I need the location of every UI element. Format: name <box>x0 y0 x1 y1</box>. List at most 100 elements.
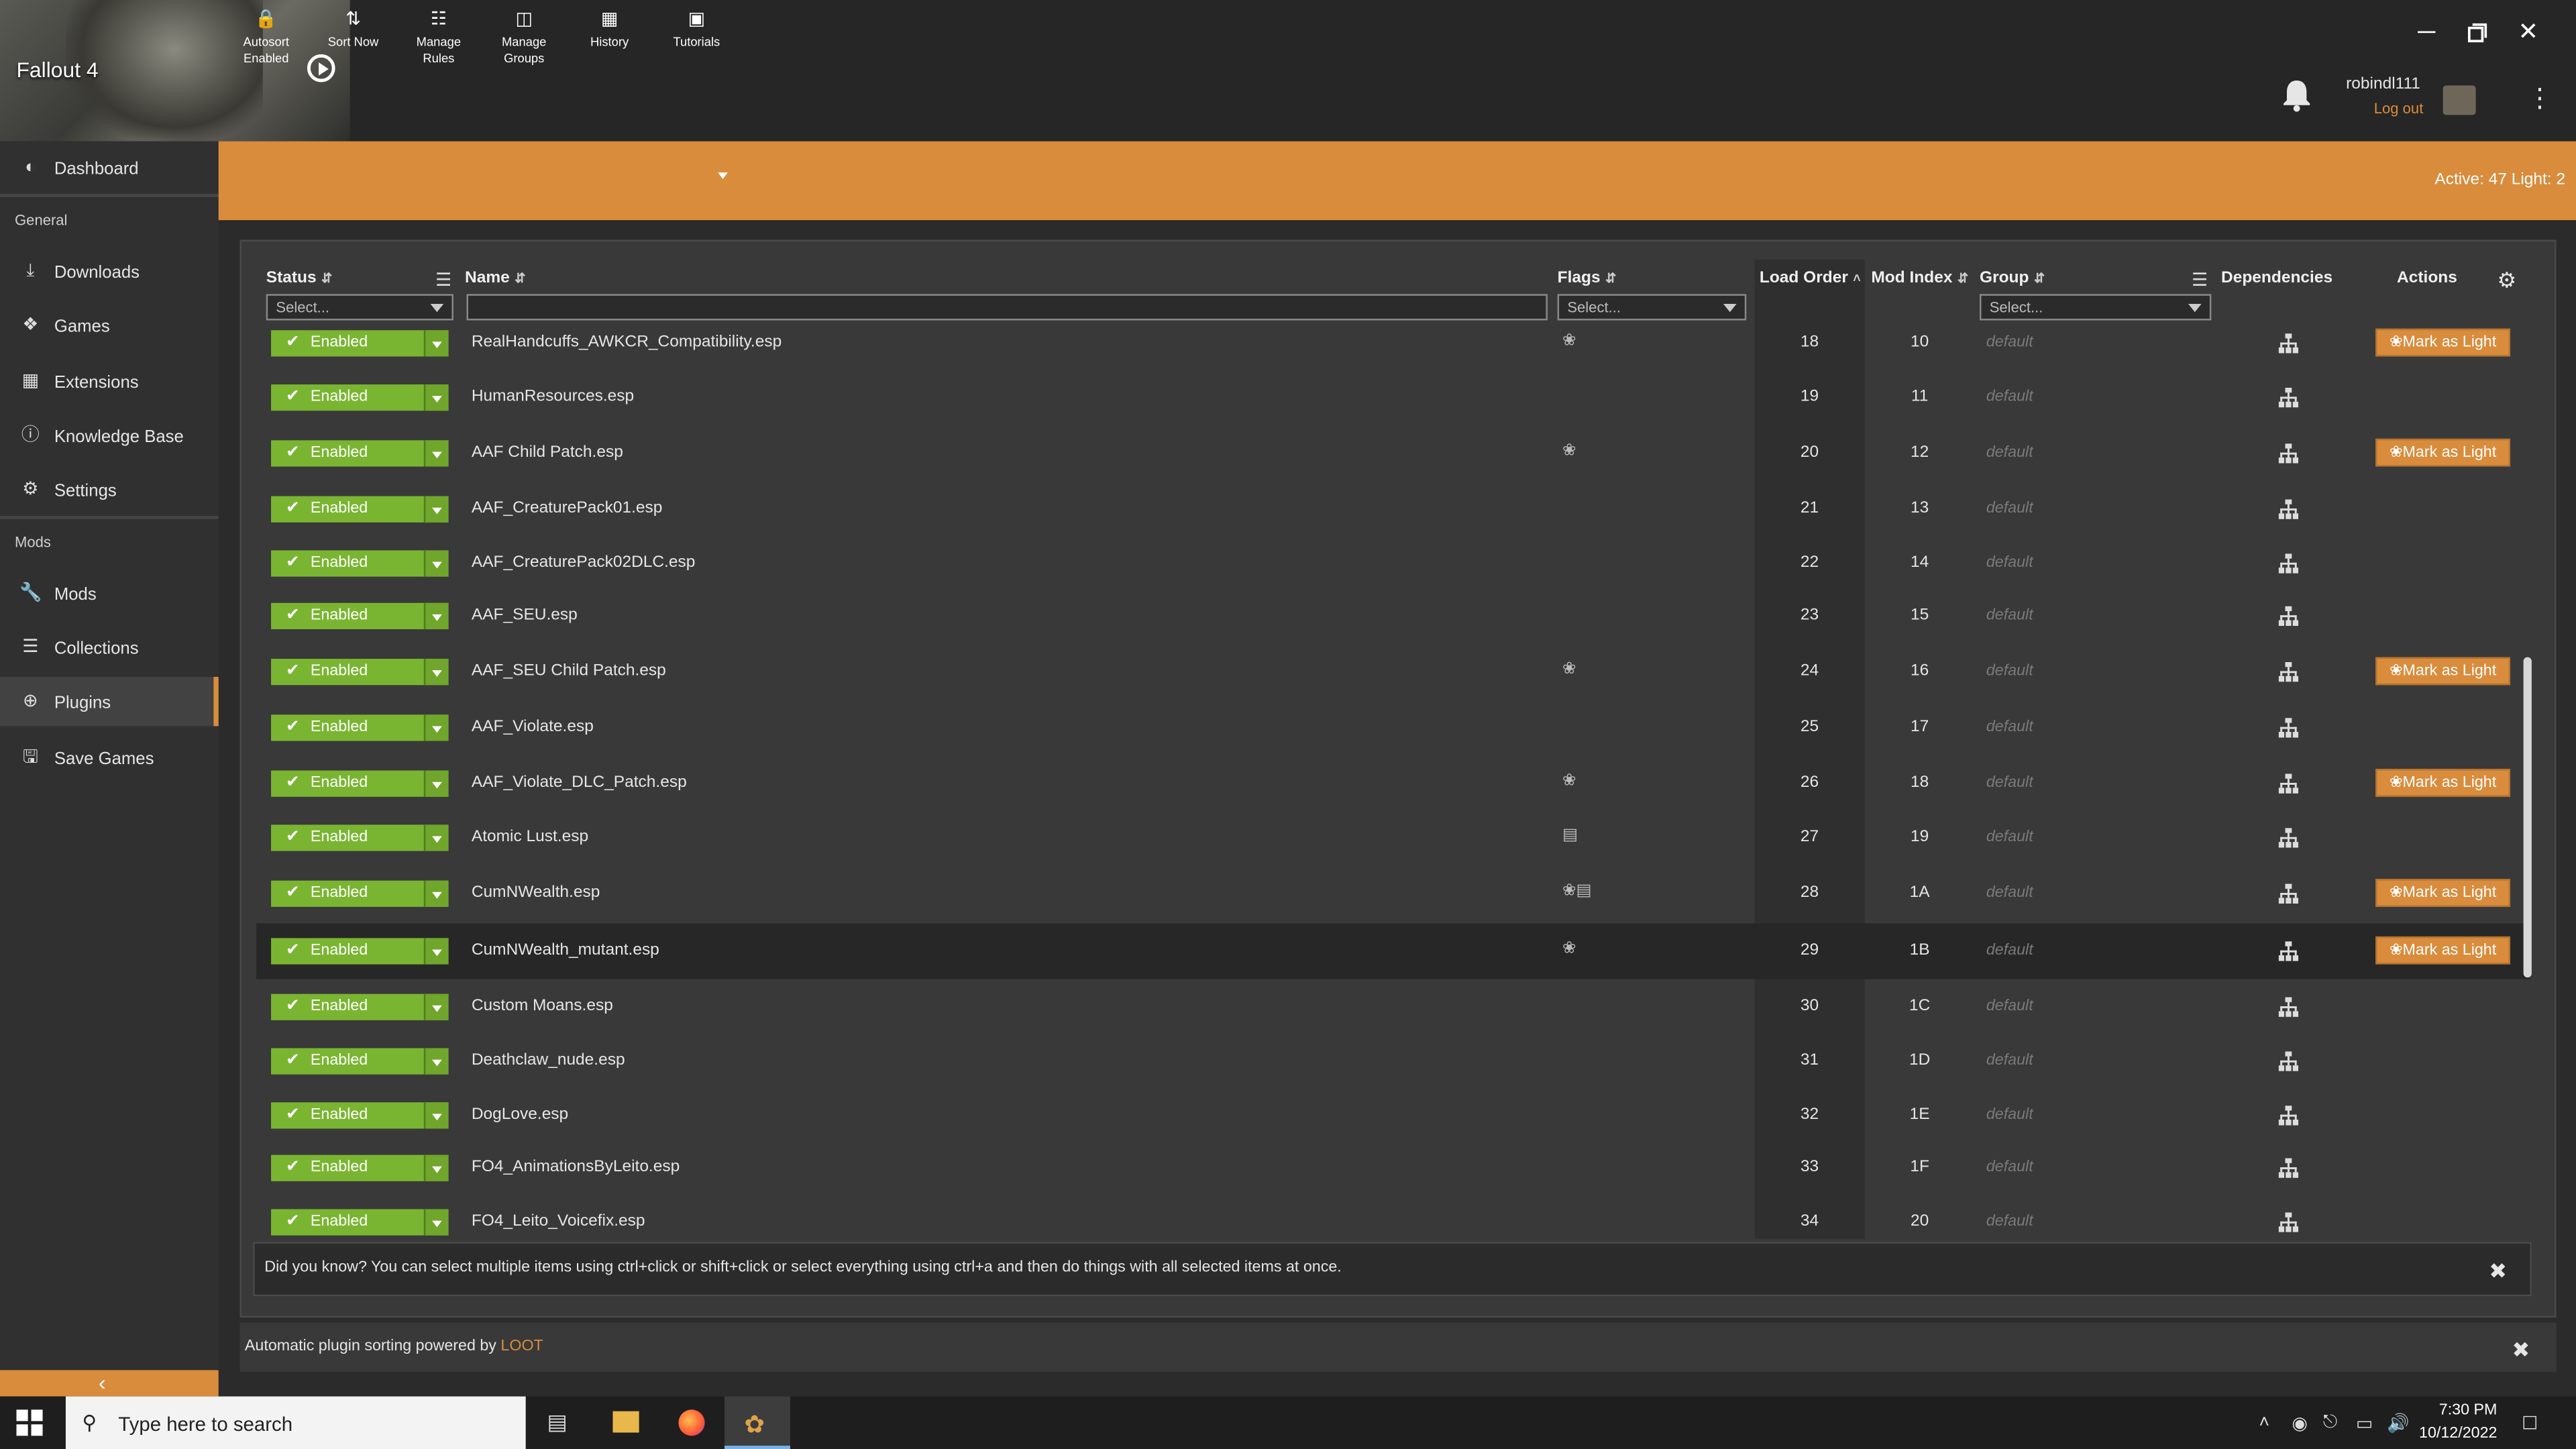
dependencies-icon[interactable] <box>2278 996 2299 1017</box>
status-toggle[interactable]: ✔ Enabled <box>271 440 449 467</box>
status-dropdown-icon[interactable] <box>423 1048 449 1075</box>
table-row[interactable]: ✔ Enabled HumanResources.esp 19 11 default <box>260 370 2524 424</box>
dependencies-icon[interactable] <box>2278 882 2299 904</box>
taskbar-clock[interactable]: 7:30 PM 10/12/2022 <box>2402 1400 2497 1446</box>
dependencies-icon[interactable] <box>2278 772 2299 794</box>
column-header-group[interactable]: Group ⇵ <box>1980 270 2045 288</box>
sidebar-item-downloads[interactable]: ⤓ Downloads <box>0 246 219 295</box>
status-toggle[interactable]: ✔ Enabled <box>271 994 449 1020</box>
dependencies-icon[interactable] <box>2278 442 2299 464</box>
column-toggle-icon[interactable]: ☰ <box>2192 270 2208 290</box>
status-dropdown-icon[interactable] <box>423 1155 449 1181</box>
close-icon[interactable]: ✖ <box>2489 1258 2507 1285</box>
avatar[interactable] <box>2443 85 2476 115</box>
status-dropdown-icon[interactable] <box>423 440 449 467</box>
sidebar-collapse-button[interactable]: ‹ <box>0 1370 219 1397</box>
mark-as-light-button[interactable]: ❀Mark as Light <box>2375 438 2511 467</box>
sort-now-button[interactable]: ⇅ Sort Now <box>322 10 384 72</box>
autosort-button[interactable]: 🔒 Autosort Enabled <box>233 10 299 72</box>
mark-as-light-button[interactable]: ❀Mark as Light <box>2375 657 2511 686</box>
mark-as-light-button[interactable]: ❀Mark as Light <box>2375 936 2511 965</box>
status-toggle[interactable]: ✔ Enabled <box>271 938 449 965</box>
manage-rules-button[interactable]: ☷ Manage Rules <box>407 10 470 72</box>
status-dropdown-icon[interactable] <box>423 938 449 965</box>
loot-link[interactable]: LOOT <box>500 1337 543 1355</box>
dependencies-icon[interactable] <box>2278 1211 2299 1232</box>
status-dropdown-icon[interactable] <box>423 384 449 411</box>
sidebar-item-settings[interactable]: ⚙ Settings <box>0 465 219 514</box>
column-toggle-icon[interactable]: ☰ <box>435 270 451 290</box>
mark-as-light-button[interactable]: ❀Mark as Light <box>2375 328 2511 357</box>
sidebar-item-games[interactable]: ❖ Games <box>0 301 219 350</box>
table-row[interactable]: ✔ Enabled Deathclaw_nude.esp 31 1D default <box>260 1033 2524 1087</box>
dependencies-icon[interactable] <box>2278 716 2299 738</box>
column-header-flags[interactable]: Flags ⇵ <box>1558 270 1617 288</box>
status-dropdown-icon[interactable] <box>423 714 449 741</box>
status-dropdown-icon[interactable] <box>423 496 449 523</box>
tray-network-icon[interactable]: ⎋ <box>2323 1413 2337 1434</box>
status-toggle[interactable]: ✔ Enabled <box>271 880 449 907</box>
status-dropdown-icon[interactable] <box>423 824 449 851</box>
windows-start-icon[interactable] <box>16 1409 43 1436</box>
table-row[interactable]: ✔ Enabled Atomic Lust.esp ▤ 27 19 default <box>260 810 2524 864</box>
sidebar-item-dashboard[interactable]: ◐ Dashboard <box>0 143 219 192</box>
table-row[interactable]: ✔ Enabled AAF Child Patch.esp ❀ 20 12 default ❀… <box>260 425 2524 480</box>
column-header-load-order[interactable]: Load Order ˄ <box>1760 270 1861 288</box>
table-row[interactable]: ✔ Enabled CumNWealth_mutant.esp ❀ 29 1B defaul… <box>256 923 2530 979</box>
table-row[interactable]: ✔ Enabled DogLove.esp 32 1E default <box>260 1087 2524 1142</box>
close-icon[interactable]: ✖ <box>2512 1337 2530 1363</box>
status-toggle[interactable]: ✔ Enabled <box>271 550 449 577</box>
dependencies-icon[interactable] <box>2278 498 2299 519</box>
history-button[interactable]: ▦ History <box>578 10 641 72</box>
dependencies-icon[interactable] <box>2278 1050 2299 1071</box>
mark-as-light-button[interactable]: ❀Mark as Light <box>2375 769 2511 797</box>
column-header-status[interactable]: Status ⇵ <box>266 270 333 288</box>
status-dropdown-icon[interactable] <box>423 602 449 629</box>
sidebar-item-collections[interactable]: ☰ Collections <box>0 623 219 672</box>
status-dropdown-icon[interactable] <box>423 330 449 357</box>
status-dropdown-icon[interactable] <box>423 994 449 1020</box>
task-view-icon[interactable]: ▤ <box>526 1397 592 1449</box>
chevron-up-icon[interactable]: ˄ <box>2259 1413 2269 1432</box>
status-dropdown-icon[interactable] <box>423 659 449 686</box>
sidebar-item-mods[interactable]: 🔧 Mods <box>0 568 219 617</box>
mark-as-light-button[interactable]: ❀Mark as Light <box>2375 879 2511 907</box>
status-toggle[interactable]: ✔ Enabled <box>271 330 449 357</box>
status-toggle[interactable]: ✔ Enabled <box>271 659 449 686</box>
status-toggle[interactable]: ✔ Enabled <box>271 384 449 411</box>
status-toggle[interactable]: ✔ Enabled <box>271 1102 449 1129</box>
table-row[interactable]: ✔ Enabled AAF_Violate_DLC_Patch.esp ❀ 26 18 de… <box>260 756 2524 810</box>
status-dropdown-icon[interactable] <box>423 1209 449 1236</box>
table-row[interactable]: ✔ Enabled CumNWealth.esp ❀▤ 28 1A default ❀Mark… <box>260 866 2524 920</box>
status-toggle[interactable]: ✔ Enabled <box>271 602 449 629</box>
table-row[interactable]: ✔ Enabled FO4_AnimationsByLeito.esp 33 1F def… <box>260 1140 2524 1195</box>
file-explorer-icon[interactable] <box>593 1397 659 1449</box>
table-row[interactable]: ✔ Enabled Custom Moans.esp 30 1C default <box>260 979 2524 1034</box>
sidebar-item-extensions[interactable]: ▦ Extensions <box>0 356 219 405</box>
status-toggle[interactable]: ✔ Enabled <box>271 770 449 797</box>
table-row[interactable]: ✔ Enabled FO4_Leito_Voicefix.esp 34 20 defaul… <box>260 1194 2524 1248</box>
sidebar-item-save-games[interactable]: 🖫 Save Games <box>0 733 219 782</box>
table-row[interactable]: ✔ Enabled AAF_SEU.esp 23 15 default <box>260 588 2524 643</box>
notifications-icon[interactable]: ☐ <box>2522 1413 2538 1434</box>
table-row[interactable]: ✔ Enabled RealHandcuffs_AWKCR_Compatibilit… <box>260 315 2524 370</box>
restore-icon[interactable] <box>2461 16 2494 49</box>
status-toggle[interactable]: ✔ Enabled <box>271 1209 449 1236</box>
manage-groups-button[interactable]: ◫ Manage Groups <box>493 10 555 72</box>
status-toggle[interactable]: ✔ Enabled <box>271 1048 449 1075</box>
sidebar-item-plugins[interactable]: ⊕ Plugins <box>0 676 219 727</box>
status-toggle[interactable]: ✔ Enabled <box>271 496 449 523</box>
table-row[interactable]: ✔ Enabled AAF_Violate.esp 25 17 default <box>260 700 2524 754</box>
status-toggle[interactable]: ✔ Enabled <box>271 824 449 851</box>
dependencies-icon[interactable] <box>2278 826 2299 848</box>
vortex-app-icon[interactable]: ✿ <box>724 1396 790 1449</box>
bell-icon[interactable] <box>2282 79 2315 112</box>
close-icon[interactable]: ✕ <box>2512 16 2544 49</box>
tutorials-button[interactable]: ▣ Tutorials <box>663 10 729 72</box>
more-menu-icon[interactable]: ⋮ <box>2527 82 2553 115</box>
dependencies-icon[interactable] <box>2278 552 2299 574</box>
firefox-icon[interactable] <box>659 1397 724 1449</box>
status-toggle[interactable]: ✔ Enabled <box>271 1155 449 1181</box>
scrollbar-thumb[interactable] <box>2523 657 2532 978</box>
tutorials-dropdown-icon[interactable] <box>718 172 728 179</box>
